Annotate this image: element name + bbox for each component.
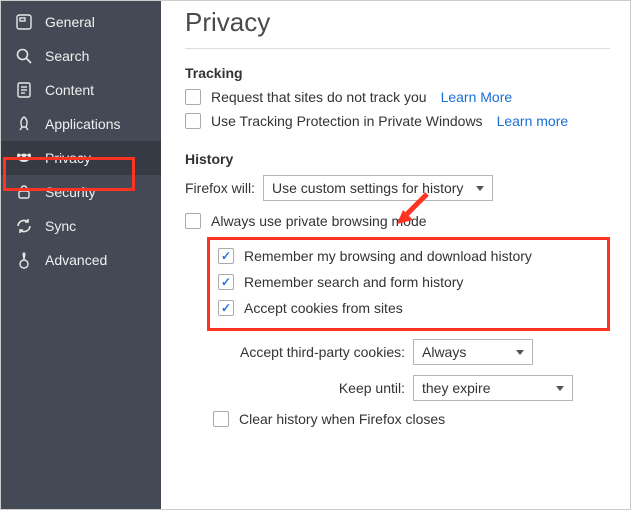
tracking-protection-checkbox[interactable]: [185, 113, 201, 129]
tracking-protection-label: Use Tracking Protection in Private Windo…: [211, 113, 483, 129]
do-not-track-learn-more-link[interactable]: Learn More: [441, 89, 513, 105]
history-mode-dropdown[interactable]: Use custom settings for history: [263, 175, 493, 201]
remember-browsing-checkbox[interactable]: [218, 248, 234, 264]
third-party-dropdown[interactable]: Always: [413, 339, 533, 365]
do-not-track-checkbox[interactable]: [185, 89, 201, 105]
accept-cookies-checkbox[interactable]: [218, 300, 234, 316]
sidebar-item-applications[interactable]: Applications: [1, 107, 161, 141]
divider: [185, 48, 610, 49]
tracking-section: Tracking Request that sites do not track…: [185, 65, 610, 129]
keep-until-dropdown[interactable]: they expire: [413, 375, 573, 401]
sidebar-item-advanced[interactable]: Advanced: [1, 243, 161, 277]
clear-on-close-checkbox[interactable]: [213, 411, 229, 427]
highlighted-checkbox-group: Remember my browsing and download histor…: [207, 237, 610, 331]
accept-cookies-label: Accept cookies from sites: [244, 300, 403, 316]
sidebar-item-sync[interactable]: Sync: [1, 209, 161, 243]
sidebar-item-label: Security: [45, 184, 96, 200]
sidebar-item-privacy[interactable]: Privacy: [1, 141, 161, 175]
third-party-value: Always: [422, 344, 466, 360]
sidebar-item-label: Applications: [45, 116, 121, 132]
keep-until-value: they expire: [422, 380, 490, 396]
sidebar-item-search[interactable]: Search: [1, 39, 161, 73]
remember-browsing-label: Remember my browsing and download histor…: [244, 248, 532, 264]
remember-search-label: Remember search and form history: [244, 274, 463, 290]
content-icon: [15, 81, 33, 99]
page-title: Privacy: [185, 7, 610, 38]
history-heading: History: [185, 151, 610, 167]
keep-until-label: Keep until:: [235, 380, 405, 396]
sidebar-item-general[interactable]: General: [1, 5, 161, 39]
lock-icon: [15, 183, 33, 201]
sidebar-item-content[interactable]: Content: [1, 73, 161, 107]
always-private-checkbox[interactable]: [185, 213, 201, 229]
sidebar-item-security[interactable]: Security: [1, 175, 161, 209]
advanced-icon: [15, 251, 33, 269]
tracking-heading: Tracking: [185, 65, 610, 81]
third-party-label: Accept third-party cookies:: [235, 344, 405, 360]
do-not-track-label: Request that sites do not track you: [211, 89, 427, 105]
main-pane: Privacy Tracking Request that sites do n…: [161, 1, 630, 509]
sidebar-item-label: Search: [45, 48, 89, 64]
sidebar-item-label: Content: [45, 82, 94, 98]
sync-icon: [15, 217, 33, 235]
history-mode-value: Use custom settings for history: [272, 180, 463, 196]
sidebar-item-label: Advanced: [45, 252, 107, 268]
rocket-icon: [15, 115, 33, 133]
clear-on-close-label: Clear history when Firefox closes: [239, 411, 445, 427]
history-section: History Firefox will: Use custom setting…: [185, 151, 610, 427]
remember-search-checkbox[interactable]: [218, 274, 234, 290]
search-icon: [15, 47, 33, 65]
mask-icon: [15, 149, 33, 167]
general-icon: [15, 13, 33, 31]
sidebar-item-label: Sync: [45, 218, 76, 234]
sidebar: General Search Content Applications Priv: [1, 1, 161, 509]
tracking-protection-learn-more-link[interactable]: Learn more: [497, 113, 569, 129]
always-private-label: Always use private browsing mode: [211, 213, 427, 229]
sidebar-item-label: General: [45, 14, 95, 30]
firefox-will-label: Firefox will:: [185, 180, 255, 196]
sidebar-item-label: Privacy: [45, 150, 91, 166]
